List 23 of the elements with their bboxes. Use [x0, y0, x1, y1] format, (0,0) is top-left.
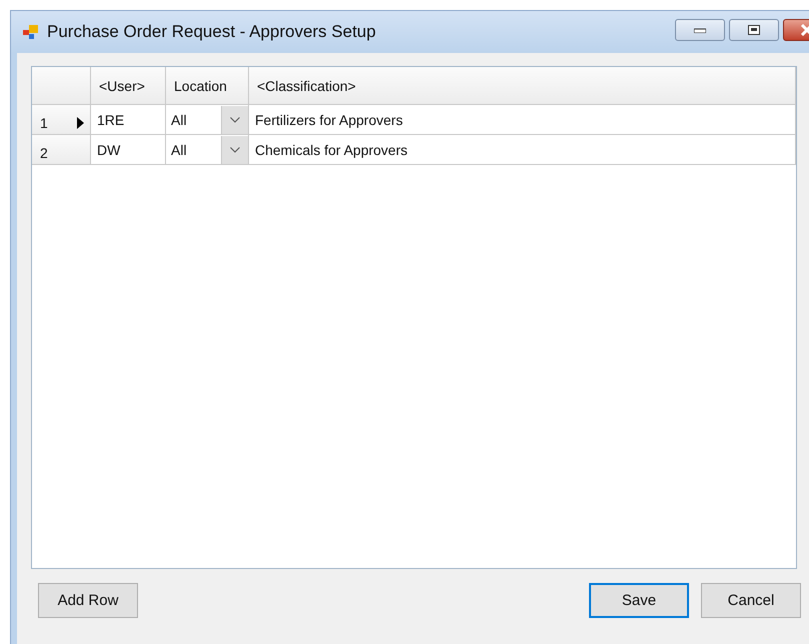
save-button[interactable]: Save	[589, 583, 689, 618]
table-cell: Fertilizers for Approvers	[249, 105, 796, 135]
location-dropdown[interactable]: All	[166, 105, 249, 135]
current-row-icon	[77, 117, 84, 129]
maximize-icon	[748, 25, 760, 35]
column-header[interactable]: <User>	[91, 67, 166, 105]
window-title: Purchase Order Request - Approvers Setup	[47, 22, 377, 42]
row-header[interactable]: 1	[32, 105, 91, 135]
maximize-button[interactable]	[729, 19, 779, 41]
table-cell: Chemicals for Approvers	[249, 135, 796, 165]
minimize-icon	[694, 27, 706, 33]
column-header[interactable]: Location	[166, 67, 249, 105]
table-cell: 1RE	[91, 105, 166, 135]
location-dropdown[interactable]: All	[166, 135, 249, 165]
row-header[interactable]: 2	[32, 135, 91, 165]
app-icon	[23, 24, 39, 40]
corner-header	[32, 67, 91, 105]
add-row-button[interactable]: Add Row	[38, 583, 138, 618]
chevron-down-icon	[230, 116, 240, 122]
chevron-down-icon	[230, 146, 240, 152]
column-header[interactable]: <Classification>	[249, 67, 796, 105]
table-cell: DW	[91, 135, 166, 165]
cancel-button[interactable]: Cancel	[701, 583, 801, 618]
